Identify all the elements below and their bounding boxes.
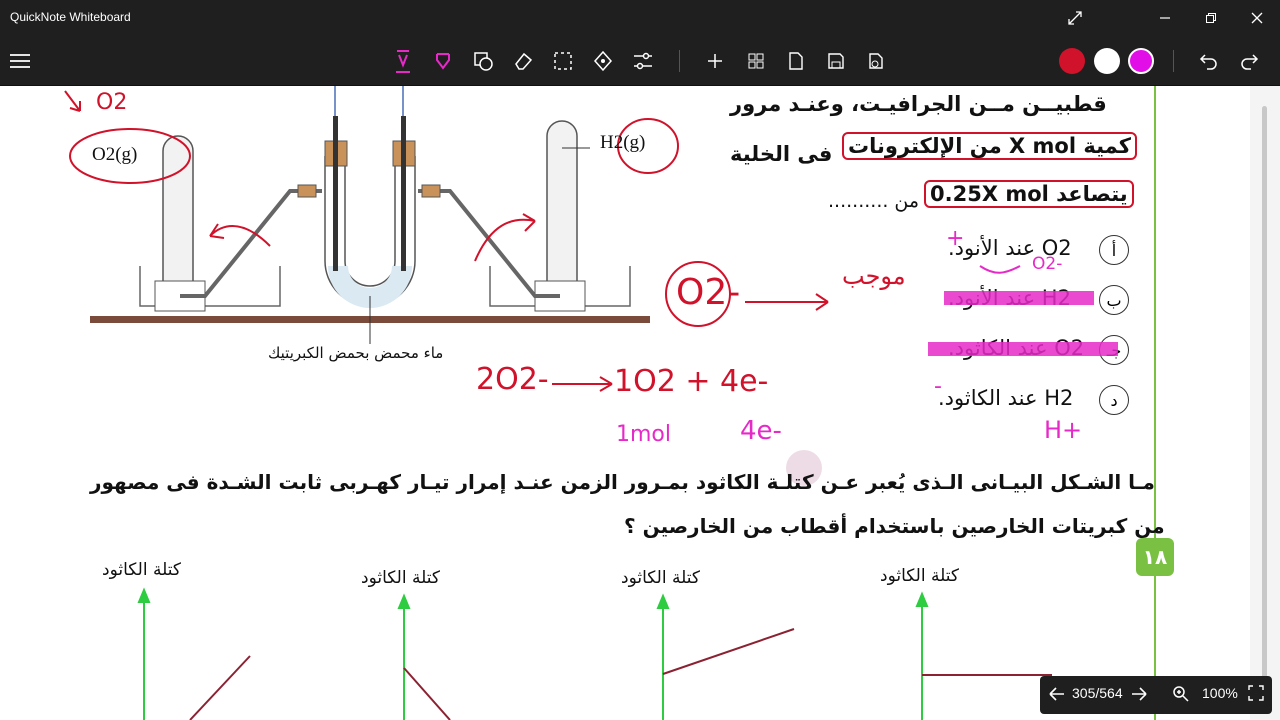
- water-label: ماء محمض بحمض الكبريتيك: [268, 344, 444, 362]
- h2-gas-label: H2(g): [600, 132, 646, 153]
- add-button[interactable]: [699, 45, 731, 77]
- electrolysis-diagram: [64, 86, 679, 344]
- graph1-label: كتلة الكاثود: [102, 560, 181, 580]
- mujab-note: موجب: [842, 262, 906, 290]
- minimize-button[interactable]: [1142, 0, 1188, 36]
- o2-minus-note: O2-: [676, 272, 741, 313]
- select-icon: [554, 52, 572, 70]
- left-delivery-tube: [180, 189, 322, 298]
- question-18-number: ١٨: [1136, 538, 1174, 576]
- o2-small-note: O2-: [1032, 254, 1063, 274]
- save-button[interactable]: [820, 45, 852, 77]
- shapes-tool[interactable]: [467, 45, 499, 77]
- eraser-tool[interactable]: [507, 45, 539, 77]
- save-icon: [828, 53, 844, 69]
- one-mol-note: 1mol: [616, 422, 671, 447]
- highlighter-tool[interactable]: [427, 45, 459, 77]
- fit-icon: [1248, 685, 1264, 701]
- q17-line3-boxed: يتصاعد 0.25X mol: [924, 180, 1134, 208]
- export-icon: [869, 53, 883, 69]
- export-button[interactable]: [860, 45, 892, 77]
- highlighter-icon: [436, 53, 450, 70]
- hamburger-icon: [10, 54, 30, 68]
- equation-right: 1O2 + 4e-: [614, 364, 769, 399]
- settings-tool[interactable]: [627, 45, 659, 77]
- graph1: [137, 587, 251, 720]
- left-electrode: [333, 116, 338, 271]
- pages-icon: [748, 53, 764, 69]
- q17-line2-boxed: كمية X mol من الإلكترونات: [842, 132, 1137, 160]
- minus-note: -: [934, 374, 942, 399]
- vertical-scrollbar[interactable]: [1250, 86, 1280, 720]
- arrow-left-icon: [1049, 687, 1064, 701]
- prev-page-button[interactable]: [1048, 685, 1066, 706]
- title-bar: QuickNote Whiteboard: [0, 0, 1280, 36]
- graph4: [915, 591, 1052, 720]
- graph4-label: كتلة الكاثود: [880, 566, 959, 586]
- window-title: QuickNote Whiteboard: [10, 10, 131, 24]
- q18-line2: من كبريتات الخارصين باستخدام أقطاب من ال…: [624, 514, 1165, 538]
- arrow-right-icon: [1132, 687, 1147, 701]
- page-icon: [789, 52, 803, 70]
- undo-icon: [1199, 54, 1217, 70]
- right-delivery-tube: [418, 189, 560, 298]
- move-tool[interactable]: [587, 45, 619, 77]
- q17-line1: قطبيــن مــن الجرافيـت، وعنـد مرور: [730, 92, 1107, 116]
- margin-line: [1154, 86, 1156, 720]
- page-navigation: 305/564 100%: [1040, 676, 1272, 714]
- fullscreen-button[interactable]: [1052, 0, 1098, 36]
- color-white[interactable]: [1094, 48, 1120, 74]
- color-red[interactable]: [1059, 48, 1085, 74]
- top-o2-note: O2: [96, 90, 128, 115]
- left-gas-tube: [162, 135, 194, 286]
- graph3-label: كتلة الكاثود: [621, 568, 700, 588]
- pages-button[interactable]: [740, 45, 772, 77]
- o2-gas-label: O2(g): [92, 144, 138, 165]
- plus-note: +: [946, 226, 965, 251]
- menu-button[interactable]: [4, 45, 36, 77]
- fit-view-button[interactable]: [1248, 685, 1264, 704]
- right-red-arrow: [474, 213, 536, 262]
- graph2-label: كتلة الكاثود: [361, 568, 440, 588]
- zoom-level: 100%: [1202, 685, 1238, 701]
- graph2: [397, 593, 451, 720]
- move-icon: [593, 50, 613, 72]
- right-electrode: [401, 116, 406, 271]
- add-icon: [708, 54, 722, 68]
- minimize-icon: [1160, 17, 1170, 19]
- equation-left: 2O2-: [476, 362, 549, 397]
- shapes-icon: [474, 52, 493, 71]
- scrollbar-thumb[interactable]: [1262, 106, 1267, 706]
- color-magenta[interactable]: [1128, 48, 1154, 74]
- equation-arrow: [552, 376, 613, 392]
- four-e-note: 4e-: [740, 416, 782, 446]
- zoom-button[interactable]: [1172, 685, 1190, 706]
- page-button[interactable]: [780, 45, 812, 77]
- pen-icon: [396, 50, 410, 73]
- whiteboard-canvas[interactable]: O2(g) H2(g) ماء محمض بحمض الكبريتيك O2 ق…: [0, 86, 1280, 720]
- pen-tool[interactable]: [387, 45, 419, 77]
- q17-line2-tail: فى الخلية: [730, 142, 833, 166]
- close-icon: [1251, 12, 1263, 24]
- h-plus-note: H+: [1044, 416, 1083, 444]
- q17-line3-tail: من ..........: [828, 190, 920, 212]
- eraser-icon: [515, 52, 533, 70]
- toolbar: [0, 36, 1280, 86]
- page-indicator: 305/564: [1072, 685, 1123, 701]
- select-tool[interactable]: [547, 45, 579, 77]
- undo-button[interactable]: [1193, 45, 1225, 77]
- restore-button[interactable]: [1188, 0, 1234, 36]
- q18-line1: مـا الشـكل البيـانى الـذى يُعبر عـن كتلـ…: [90, 470, 1155, 494]
- graph3: [656, 593, 795, 720]
- expand-icon: [1068, 11, 1082, 25]
- redo-icon: [1241, 54, 1259, 70]
- close-button[interactable]: [1234, 0, 1280, 36]
- restore-icon: [1206, 13, 1216, 23]
- zoom-icon: [1173, 686, 1189, 702]
- graph-options: [137, 587, 1052, 720]
- next-page-button[interactable]: [1130, 685, 1148, 706]
- settings-icon: [634, 52, 652, 70]
- right-gas-tube: [546, 120, 578, 286]
- redo-button[interactable]: [1233, 45, 1265, 77]
